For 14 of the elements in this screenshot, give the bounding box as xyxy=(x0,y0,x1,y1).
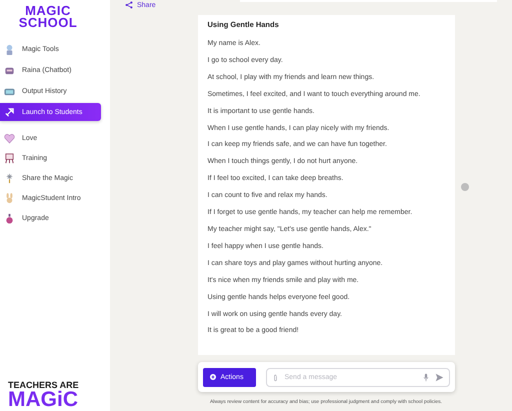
slogan-text: TEACHERS ARE xyxy=(8,380,80,390)
slogan-title: MAGiC xyxy=(8,390,79,410)
heart-icon xyxy=(4,132,15,144)
easel-icon xyxy=(4,152,15,164)
cursor-dot xyxy=(461,183,469,191)
sparkler-icon xyxy=(4,172,15,184)
send-icon[interactable] xyxy=(434,372,444,382)
plus-icon xyxy=(210,374,216,380)
share-icon xyxy=(125,1,133,9)
bunny-icon xyxy=(4,192,15,204)
magic-school-logo: MAGIC SCHOOL xyxy=(18,5,78,29)
paperclip-icon xyxy=(272,372,278,382)
potion-icon xyxy=(4,212,15,224)
microphone-icon[interactable] xyxy=(422,372,428,382)
